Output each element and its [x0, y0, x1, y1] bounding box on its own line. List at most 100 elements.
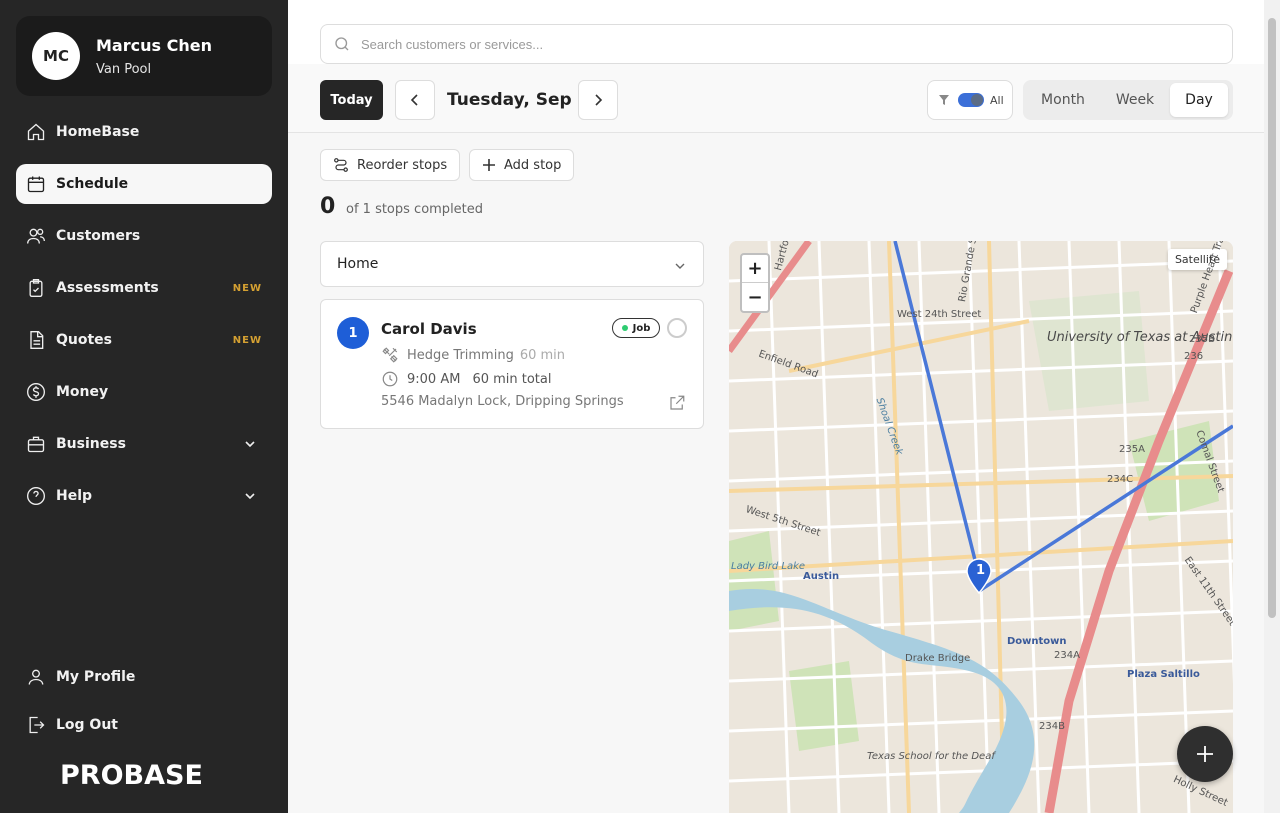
toggle-switch[interactable] [958, 93, 984, 107]
sidebar-item-label: Schedule [56, 176, 129, 192]
sidebar-item-label: Log Out [56, 717, 118, 733]
service-row: Hedge Trimming 60 min [381, 346, 565, 364]
stop-address: 5546 Madalyn Lock, Dripping Springs [381, 394, 624, 409]
map-label-235a: 235A [1119, 444, 1145, 455]
job-type-badge: Job [612, 318, 660, 338]
add-stop-button[interactable]: Add stop [469, 149, 575, 181]
map-label-ladybird: Lady Bird Lake [731, 561, 806, 572]
start-location-label: Home [337, 256, 379, 272]
profile-card[interactable]: MC Marcus Chen Van Pool [16, 16, 272, 96]
avatar: MC [32, 32, 80, 80]
map-label-drake: Drake Bridge [905, 653, 971, 664]
user-icon [26, 667, 46, 687]
zoom-out-button[interactable]: − [742, 283, 768, 311]
zoom-in-button[interactable]: + [742, 255, 768, 283]
status-dot [621, 325, 628, 331]
reorder-stops-button[interactable]: Reorder stops [320, 149, 461, 181]
stop-number: 1 [337, 317, 369, 349]
map-label-deaf: Texas School for the Deaf [867, 751, 995, 762]
view-week[interactable]: Week [1100, 83, 1170, 117]
customer-name[interactable]: Carol Davis [381, 320, 477, 338]
route-icon [334, 158, 348, 172]
today-button[interactable]: Today [320, 80, 383, 120]
view-month[interactable]: Month [1026, 83, 1100, 117]
service-duration: 60 min [519, 347, 566, 363]
address-row: 5546 Madalyn Lock, Dripping Springs [381, 394, 624, 409]
chevron-left-icon [410, 94, 418, 106]
calendar-icon [26, 174, 46, 194]
sidebar-item-schedule[interactable]: Schedule [16, 164, 272, 204]
filter-label: All [990, 93, 1004, 107]
sidebar-item-customers[interactable]: Customers [16, 216, 272, 256]
main-content: Today Tuesday, Sep 8 All Month Week Day … [288, 0, 1264, 813]
sidebar-item-business[interactable]: Business [16, 424, 272, 464]
map-pin-label: 1 [976, 563, 986, 578]
search-icon [335, 37, 349, 51]
job-type-label: Job [632, 322, 651, 334]
stop-total: 60 min total [472, 371, 552, 387]
reorder-stops-label: Reorder stops [357, 157, 448, 173]
route-map[interactable]: 1 + − Satellite University of Texas at A… [729, 241, 1233, 813]
next-day-button[interactable] [578, 80, 618, 120]
current-date: Tuesday, Sep 8 [447, 90, 590, 110]
sidebar-item-my-profile[interactable]: My Profile [16, 657, 272, 697]
profile-subtitle: Van Pool [96, 62, 152, 77]
plus-icon [1197, 746, 1213, 762]
search-bar[interactable] [320, 24, 1233, 64]
map-label-234a: 234A [1054, 650, 1080, 661]
sidebar-item-label: Customers [56, 228, 141, 244]
chevron-right-icon [595, 94, 603, 106]
chevron-down-icon [675, 263, 685, 269]
filter-toggle-button[interactable]: All [927, 80, 1013, 120]
map-label-w24: West 24th Street [897, 309, 982, 320]
scrollbar-thumb[interactable] [1268, 18, 1276, 618]
service-name: Hedge Trimming [407, 347, 514, 363]
sidebar-item-label: HomeBase [56, 124, 140, 140]
sidebar-item-money[interactable]: Money [16, 372, 272, 412]
sidebar-item-label: My Profile [56, 669, 136, 685]
sidebar-item-homebase[interactable]: HomeBase [16, 112, 272, 152]
filter-icon [939, 95, 949, 105]
map-label-234c: 234C [1107, 474, 1134, 485]
map-label-plaza: Plaza Saltillo [1127, 669, 1200, 680]
search-input[interactable] [361, 36, 1161, 52]
chevron-down-icon[interactable] [244, 438, 256, 450]
document-icon [26, 330, 46, 350]
new-badge: NEW [232, 282, 262, 294]
sidebar-item-assessments[interactable]: Assessments NEW [16, 268, 272, 308]
map-label-austin: Austin [803, 571, 840, 582]
view-day[interactable]: Day [1170, 83, 1228, 117]
chevron-down-icon[interactable] [244, 490, 256, 502]
sidebar-item-label: Money [56, 384, 109, 400]
map-label-236: 236 [1184, 351, 1204, 362]
sidebar-item-label: Quotes [56, 332, 113, 348]
brand-logo: PROBASE [60, 760, 203, 791]
time-row: 9:00 AM 60 min total [381, 370, 552, 388]
dollar-circle-icon [26, 382, 46, 402]
tools-icon [382, 347, 398, 363]
sidebar-item-log-out[interactable]: Log Out [16, 705, 272, 745]
help-circle-icon [26, 486, 46, 506]
add-stop-label: Add stop [504, 157, 562, 173]
external-link-icon[interactable] [668, 394, 686, 412]
zoom-controls: + − [740, 253, 770, 313]
add-floating-button[interactable] [1177, 726, 1233, 782]
stop-card[interactable]: 1 Carol Davis Job Hedge Trimming 60 min … [320, 299, 704, 429]
page-scrollbar[interactable] [1264, 0, 1280, 813]
sidebar-item-label: Help [56, 488, 93, 504]
map-label-234b: 234B [1039, 721, 1065, 732]
new-badge: NEW [232, 334, 262, 346]
plus-icon [483, 159, 495, 171]
stop-time: 9:00 AM [407, 371, 461, 387]
sidebar-item-quotes[interactable]: Quotes NEW [16, 320, 272, 360]
sidebar-item-label: Assessments [56, 280, 159, 296]
clipboard-check-icon [26, 278, 46, 298]
complete-stop-checkbox[interactable] [667, 318, 687, 338]
profile-name: Marcus Chen [96, 36, 212, 55]
start-location-select[interactable]: Home [320, 241, 704, 287]
users-icon [26, 226, 46, 246]
previous-day-button[interactable] [395, 80, 435, 120]
sidebar-item-label: Business [56, 436, 126, 452]
top-bar [288, 0, 1264, 64]
sidebar-item-help[interactable]: Help [16, 476, 272, 516]
